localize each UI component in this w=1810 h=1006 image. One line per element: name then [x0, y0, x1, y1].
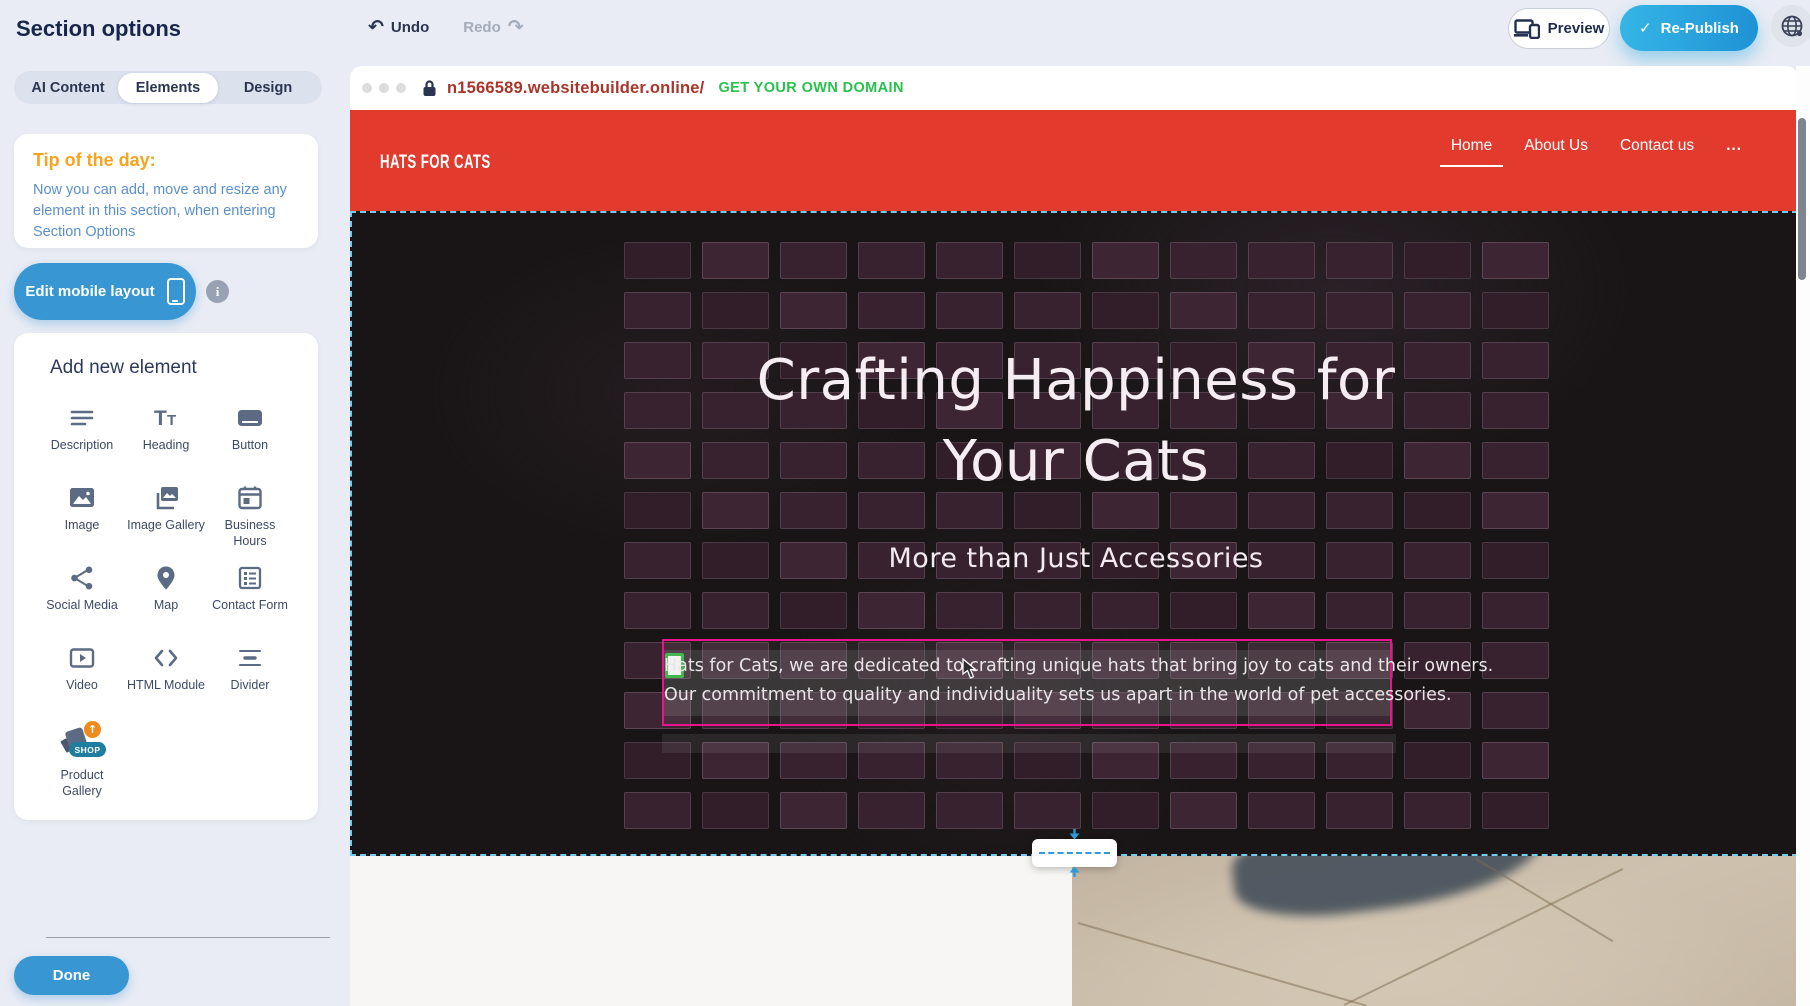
site-logo[interactable]: HATS FOR CATS: [380, 151, 491, 174]
hero-paragraph-line2[interactable]: Our commitment to quality and individual…: [664, 685, 1390, 705]
element-video[interactable]: Video: [40, 639, 124, 719]
scrollbar-thumb[interactable]: [1798, 118, 1806, 280]
globe-icon: [1779, 13, 1805, 39]
add-new-element-card: Add new element Description T T Heading: [14, 333, 318, 820]
upgrade-arrow-badge: ↑: [84, 721, 101, 738]
element-divider[interactable]: Divider: [208, 639, 292, 719]
next-section-blank[interactable]: [350, 856, 1072, 1006]
done-button[interactable]: Done: [14, 956, 129, 995]
language-globe-button[interactable]: [1771, 5, 1810, 47]
edit-mobile-label: Edit mobile layout: [25, 283, 154, 300]
element-heading[interactable]: T T Heading: [124, 399, 208, 479]
text-lines-icon: [69, 405, 95, 431]
page-title: Section options: [16, 16, 181, 42]
image-gallery-icon: [153, 485, 179, 511]
arrow-up-icon: [1068, 866, 1081, 877]
site-header: HATS FOR CATS Home About Us Contact us .…: [350, 110, 1798, 211]
element-product-gallery[interactable]: ↑ SHOP Product Gallery: [40, 719, 124, 799]
section-resize-handle[interactable]: [1032, 839, 1117, 867]
tab-elements[interactable]: Elements: [118, 73, 218, 103]
preview-button[interactable]: Preview: [1508, 8, 1610, 49]
site-url[interactable]: n1566589.websitebuilder.online/: [447, 79, 704, 98]
window-dots: [362, 83, 406, 93]
get-domain-link[interactable]: GET YOUR OWN DOMAIN: [718, 80, 903, 96]
undo-redo-group: ↶ Undo Redo ↷: [368, 18, 524, 37]
tip-of-the-day-card: Tip of the day: Now you can add, move an…: [14, 134, 318, 248]
hero-heading-line1[interactable]: Crafting Happiness for: [352, 348, 1800, 413]
element-description[interactable]: Description: [40, 399, 124, 479]
selected-text-element[interactable]: Hats for Cats, we are dedicated to craft…: [662, 639, 1392, 726]
shop-badge: SHOP: [69, 742, 106, 757]
divider-icon: [237, 645, 263, 671]
panel-tabbar: AI Content Elements Design: [14, 71, 322, 104]
pavement-shadow: [1227, 856, 1547, 927]
share-icon: [69, 565, 95, 591]
hero-paragraph-line1[interactable]: Hats for Cats, we are dedicated to craft…: [664, 656, 1390, 676]
button-icon: [237, 405, 263, 431]
element-grid: Description T T Heading Button: [40, 399, 292, 799]
map-pin-icon: [153, 565, 179, 591]
nav-contact-us[interactable]: Contact us: [1620, 137, 1694, 167]
nav-home[interactable]: Home: [1451, 137, 1492, 167]
heading-icon: T T: [153, 405, 179, 431]
edit-mobile-layout-button[interactable]: Edit mobile layout: [14, 263, 196, 320]
mobile-phone-icon: [167, 278, 185, 305]
form-icon: [237, 565, 263, 591]
hero-subheading[interactable]: More than Just Accessories: [352, 543, 1800, 574]
tab-design[interactable]: Design: [218, 73, 318, 103]
preview-label: Preview: [1548, 20, 1605, 37]
browser-chrome: n1566589.websitebuilder.online/ GET YOUR…: [350, 66, 1798, 110]
calendar-icon: [237, 485, 263, 511]
redo-label: Redo: [463, 19, 501, 36]
tip-title: Tip of the day:: [33, 150, 156, 171]
arrow-down-icon: [1068, 829, 1081, 840]
nav-more-menu[interactable]: ...: [1726, 137, 1742, 167]
panel-divider: [46, 937, 330, 938]
drop-indicator-band: [662, 734, 1396, 753]
product-gallery-icon: ↑ SHOP: [60, 725, 104, 761]
republish-button[interactable]: ✓ Re-Publish: [1620, 5, 1758, 51]
element-social-media[interactable]: Social Media: [40, 559, 124, 639]
element-html-module[interactable]: HTML Module: [124, 639, 208, 719]
image-icon: [69, 485, 95, 511]
element-business-hours[interactable]: Business Hours: [208, 479, 292, 559]
element-map[interactable]: Map: [124, 559, 208, 639]
tab-ai-content[interactable]: AI Content: [18, 73, 118, 103]
undo-button[interactable]: ↶ Undo: [368, 18, 429, 37]
check-icon: ✓: [1639, 19, 1652, 37]
lock-icon: [422, 79, 437, 97]
svg-text:T: T: [154, 407, 167, 430]
undo-icon: ↶: [368, 18, 384, 37]
redo-button[interactable]: Redo ↷: [463, 18, 523, 37]
next-section-photo[interactable]: [1072, 856, 1798, 1006]
element-image-gallery[interactable]: Image Gallery: [124, 479, 208, 559]
tip-body: Now you can add, move and resize any ele…: [33, 180, 297, 243]
hero-section-selected[interactable]: Crafting Happiness for Your Cats More th…: [350, 211, 1798, 856]
hero-heading-line2[interactable]: Your Cats: [352, 429, 1800, 494]
app-root: Section options ↶ Undo Redo ↷ Preview ✓ …: [0, 0, 1810, 1006]
nav-about-us[interactable]: About Us: [1524, 137, 1588, 167]
republish-label: Re-Publish: [1661, 20, 1739, 37]
video-play-icon: [69, 645, 95, 671]
code-icon: [153, 645, 179, 671]
undo-label: Undo: [391, 19, 429, 36]
svg-text:T: T: [167, 412, 176, 429]
element-image[interactable]: Image: [40, 479, 124, 559]
add-new-element-title: Add new element: [50, 357, 197, 379]
mouse-cursor: [962, 658, 979, 680]
element-button[interactable]: Button: [208, 399, 292, 479]
element-contact-form[interactable]: Contact Form: [208, 559, 292, 639]
redo-icon: ↷: [508, 18, 524, 37]
devices-icon: [1514, 19, 1540, 39]
site-nav: Home About Us Contact us ...: [1451, 137, 1742, 167]
info-icon[interactable]: i: [206, 280, 229, 303]
